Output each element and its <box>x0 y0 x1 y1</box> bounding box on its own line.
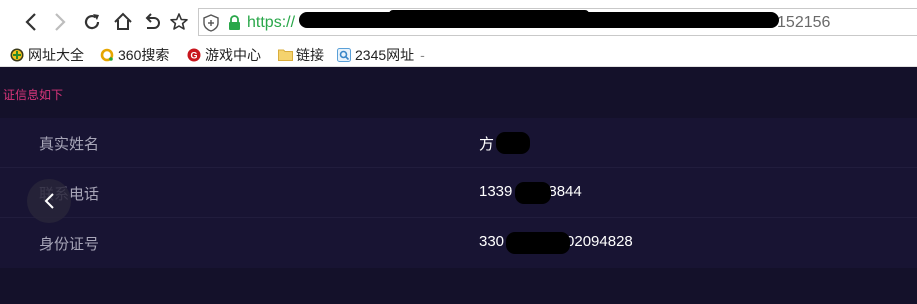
chevron-left-icon <box>44 193 54 209</box>
url-scheme: https:// <box>247 14 296 31</box>
redaction-mark <box>515 182 551 204</box>
home-icon <box>114 12 132 30</box>
forward-arrow-icon <box>55 13 66 31</box>
info-panel: 真实姓名 方 联系电话 13398844 身份证号 33002094828 <box>0 118 917 268</box>
bookmark-item[interactable]: G 游戏中心 <box>187 46 261 64</box>
bookmarks-bar: 网址大全 360搜索 G 游戏中心 链接 2345网址 - <box>0 43 917 67</box>
back-button[interactable] <box>18 9 44 35</box>
bookmark-label: 链接 <box>296 47 324 63</box>
bookmark-more[interactable]: - <box>420 47 425 63</box>
page-title: 证信息如下 <box>3 88 64 102</box>
bookmark-item[interactable]: 2345网址 - <box>337 46 425 64</box>
bookmark-label: 游戏中心 <box>205 47 261 63</box>
info-row-id: 身份证号 330 02094828 <box>0 218 917 268</box>
lock-icon <box>229 15 240 30</box>
info-value: 方 <box>479 136 495 153</box>
forward-button[interactable] <box>47 9 73 35</box>
address-bar[interactable]: https:// 152156 <box>198 8 917 36</box>
bookmark-label: 2345网址 <box>355 47 415 63</box>
favorite-button[interactable] <box>166 9 192 35</box>
reload-icon <box>84 14 100 30</box>
info-row-name: 真实姓名 方 <box>0 118 917 168</box>
browser-toolbar: https:// 152156 <box>0 0 917 43</box>
bookmark-item[interactable]: 360搜索 <box>100 46 169 64</box>
back-arrow-icon <box>25 13 36 31</box>
info-row-phone: 联系电话 13398844 <box>0 168 917 218</box>
folder-icon <box>278 48 293 62</box>
redaction-mark <box>496 132 530 154</box>
360-search-icon <box>100 48 114 62</box>
bookmark-item[interactable]: 网址大全 <box>10 46 84 64</box>
shield-icon[interactable] <box>203 14 219 32</box>
redaction-mark <box>506 232 570 254</box>
reload-button[interactable] <box>79 9 105 35</box>
page-content: 证信息如下 真实姓名 方 联系电话 13398844 身份证号 33002094… <box>0 67 917 304</box>
undo-close-tab-button[interactable] <box>139 9 165 35</box>
star-icon <box>170 13 188 30</box>
home-button[interactable] <box>110 9 136 35</box>
redaction-mark <box>389 10 589 18</box>
undo-close-tab-icon <box>145 13 160 29</box>
bookmark-item[interactable]: 链接 <box>278 46 324 64</box>
game-center-icon: G <box>187 48 201 62</box>
bookmark-label: 360搜索 <box>118 47 170 63</box>
bookmark-label: 网址大全 <box>28 47 84 63</box>
url-tail: 152156 <box>777 14 831 31</box>
plus-badge-icon <box>10 48 24 62</box>
svg-text:G: G <box>190 51 197 61</box>
floating-back-button[interactable] <box>27 179 71 223</box>
info-label: 真实姓名 <box>39 135 100 153</box>
2345-icon <box>337 48 351 62</box>
info-label: 身份证号 <box>39 235 100 253</box>
